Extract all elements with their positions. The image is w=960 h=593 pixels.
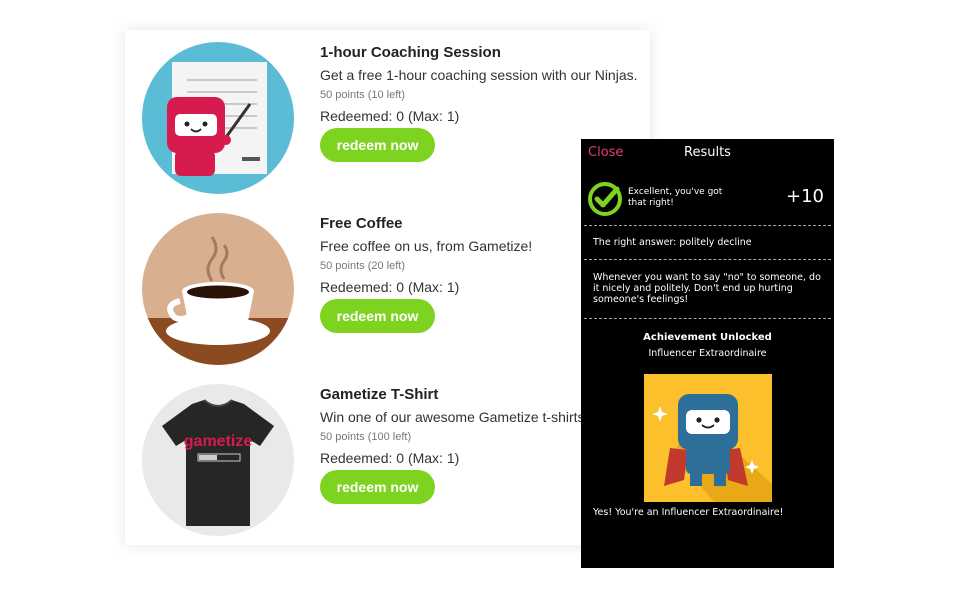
- superhero-ninja-icon: [644, 374, 772, 502]
- reward-description: Get a free 1-hour coaching session with …: [320, 67, 638, 83]
- answer-explanation: Whenever you want to say "no" to someone…: [593, 272, 821, 305]
- results-header: Close Results: [581, 139, 834, 165]
- tshirt-icon: gametize: [142, 384, 294, 536]
- reward-item: 1-hour Coaching Session Get a free 1-hou…: [125, 30, 650, 200]
- ninja-coach-icon: [142, 42, 294, 194]
- results-panel: Close Results Excellent, you've got that…: [581, 139, 834, 568]
- right-answer: The right answer: politely decline: [593, 237, 752, 248]
- achievement-title: Achievement Unlocked: [643, 332, 772, 343]
- coffee-cup-icon: [142, 213, 294, 365]
- result-summary: Excellent, you've got that right! +10: [581, 165, 834, 225]
- reward-item: Free Coffee Free coffee on us, from Game…: [125, 201, 650, 371]
- reward-title: 1-hour Coaching Session: [320, 44, 501, 61]
- reward-points: 50 points (10 left): [320, 89, 405, 101]
- tshirt-print-text: gametize: [184, 433, 253, 450]
- results-title: Results: [684, 145, 731, 160]
- achievement-name: Influencer Extraordinaire: [648, 348, 767, 359]
- achievement-message: Yes! You're an Influencer Extraordinaire…: [593, 507, 784, 518]
- check-circle-icon: [588, 182, 622, 216]
- divider: [584, 318, 831, 319]
- result-message: Excellent, you've got that right!: [628, 187, 723, 208]
- redeem-button[interactable]: redeem now: [320, 470, 435, 504]
- rewards-card: 1-hour Coaching Session Get a free 1-hou…: [125, 30, 650, 545]
- result-score: +10: [786, 186, 824, 207]
- reward-item: gametize Gametize T-Shirt Win one of our…: [125, 372, 650, 542]
- redeem-button[interactable]: redeem now: [320, 128, 435, 162]
- reward-redeemed-count: Redeemed: 0 (Max: 1): [320, 108, 460, 124]
- redeem-button[interactable]: redeem now: [320, 299, 435, 333]
